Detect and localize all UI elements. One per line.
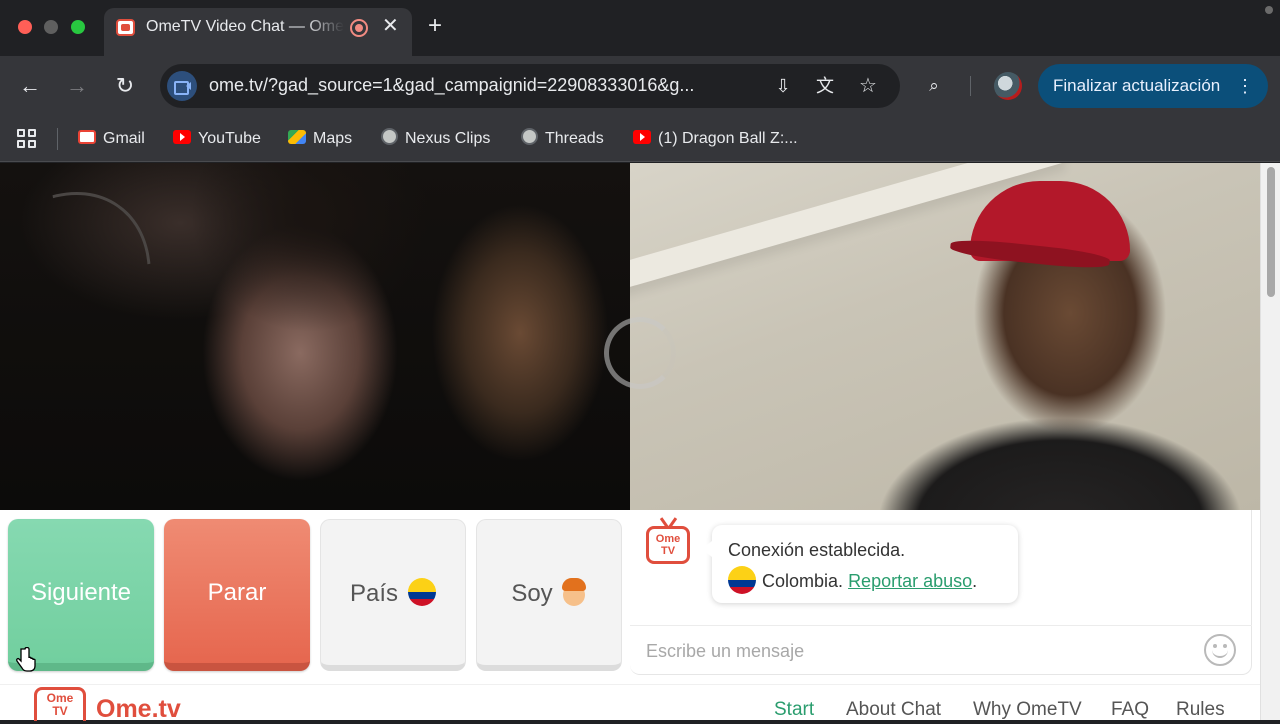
tab-title: OmeTV Video Chat — Omegle alternative <box>146 18 344 35</box>
reload-icon[interactable]: ↻ <box>111 72 139 100</box>
report-abuse-link[interactable]: Reportar abuso <box>848 571 972 591</box>
ometv-favicon-icon <box>116 19 135 36</box>
window-menu-dot <box>1265 6 1273 14</box>
colombia-flag-icon <box>408 577 437 606</box>
logo-text: TV <box>52 704 68 718</box>
camera-site-info-icon[interactable] <box>167 71 197 101</box>
colombia-flag-icon <box>728 566 756 595</box>
nav-rules[interactable]: Rules <box>1176 699 1225 721</box>
page-scrollbar[interactable] <box>1260 163 1280 720</box>
gender-button-label: Soy <box>511 580 553 607</box>
install-app-icon[interactable]: ⇩ <box>772 75 794 97</box>
ometv-page: Siguiente Parar País Soy Ome TV Conexión … <box>0 163 1280 723</box>
window-zoom-button[interactable] <box>71 20 85 34</box>
bookmark-star-icon[interactable]: ☆ <box>857 75 879 97</box>
update-button-label: Finalizar actualización <box>1053 76 1221 95</box>
hand-cursor-icon <box>16 647 36 672</box>
address-bar[interactable]: ome.tv/?gad_source=1&gad_campaignid=2290… <box>160 64 900 108</box>
connection-status-text: Conexión establecida. <box>728 540 906 560</box>
logo-text: Ome <box>46 691 74 705</box>
country-button[interactable]: País <box>320 519 466 671</box>
toolbar-divider <box>970 76 971 96</box>
scrollbar-thumb[interactable] <box>1267 167 1275 297</box>
bookmark-label: Gmail <box>103 130 145 147</box>
nav-faq[interactable]: FAQ <box>1111 699 1149 721</box>
country-button-label: País <box>349 580 399 607</box>
new-tab-button[interactable]: + <box>428 14 442 38</box>
bookmark-gmail[interactable]: Gmail <box>78 128 145 150</box>
nav-about-chat[interactable]: About Chat <box>846 699 941 721</box>
bookmark-label: YouTube <box>198 130 261 147</box>
site-footer-nav: Ome TV Ome.tv Start About Chat Why OmeTV … <box>0 684 1260 723</box>
back-arrow-icon[interactable]: ← <box>16 72 44 100</box>
update-browser-button[interactable]: Finalizar actualización ⋮ <box>1038 64 1268 108</box>
bookmark-label: (1) Dragon Ball Z:... <box>658 130 798 147</box>
bookmark-youtube[interactable]: YouTube <box>173 128 261 150</box>
bookmark-label: Maps <box>313 130 353 147</box>
youtube-icon <box>633 129 651 144</box>
chat-panel: Ome TV Conexión establecida. Colombia. Re… <box>630 510 1252 675</box>
window-minimize-button[interactable] <box>44 20 58 34</box>
gmail-icon <box>78 129 96 144</box>
bookmark-label: Threads <box>545 130 604 147</box>
bookmarks-divider <box>57 128 58 150</box>
tab-close-icon[interactable]: ✕ <box>382 16 399 36</box>
bookmark-maps[interactable]: Maps <box>288 128 352 150</box>
ometv-logo-icon[interactable]: Ome TV <box>34 687 86 721</box>
video-detail <box>0 163 193 453</box>
country-line: Colombia. Reportar abuso. <box>728 566 1002 597</box>
bookmark-nexus-clips[interactable]: Nexus Clips <box>381 128 490 150</box>
loading-spinner-icon <box>604 317 676 389</box>
stop-button[interactable]: Parar <box>164 519 310 671</box>
profile-avatar[interactable] <box>994 72 1022 100</box>
browser-toolbar: ← → ↻ ome.tv/?gad_source=1&gad_campaigni… <box>0 56 1280 116</box>
emoji-smiley-icon[interactable] <box>1204 634 1236 666</box>
google-lens-icon[interactable]: ⌕ <box>922 74 946 98</box>
maps-icon <box>288 129 306 144</box>
ometv-tv-icon: Ome TV <box>646 526 690 564</box>
message-input[interactable] <box>646 636 1186 666</box>
boy-face-icon <box>561 577 587 606</box>
url-text[interactable]: ome.tv/?gad_source=1&gad_campaignid=2290… <box>209 75 749 99</box>
translate-icon[interactable]: 文 <box>814 75 836 97</box>
globe-icon <box>381 128 398 146</box>
partner-video <box>0 163 630 510</box>
nav-start[interactable]: Start <box>774 699 814 721</box>
window-close-button[interactable] <box>18 20 32 34</box>
logo-text: Ome <box>655 533 681 545</box>
gender-button[interactable]: Soy <box>476 519 622 671</box>
youtube-icon <box>173 129 191 144</box>
tab-strip: OmeTV Video Chat — Omegle alternative ✕ … <box>0 0 1280 56</box>
stop-button-label: Parar <box>207 579 267 606</box>
kebab-menu-icon[interactable]: ⋮ <box>1236 64 1254 108</box>
bookmark-threads[interactable]: Threads <box>521 128 604 150</box>
report-suffix: . <box>972 571 978 591</box>
system-message-bubble: Conexión establecida. Colombia. Reportar… <box>702 525 1018 603</box>
bookmarks-bar: Gmail YouTube Maps Nexus Clips Threads (… <box>0 116 1280 162</box>
bookmark-dragon-ball[interactable]: (1) Dragon Ball Z:... <box>633 128 798 150</box>
apps-grid-icon[interactable] <box>17 129 37 149</box>
recording-indicator-icon <box>350 19 368 37</box>
self-video <box>630 163 1260 510</box>
bookmark-label: Nexus Clips <box>405 130 491 147</box>
nav-why-ometv[interactable]: Why OmeTV <box>973 699 1082 721</box>
globe-icon <box>521 128 538 146</box>
logo-text: TV <box>660 545 676 557</box>
country-name: Colombia. <box>762 571 844 591</box>
forward-arrow-icon[interactable]: → <box>63 72 91 100</box>
next-button-label: Siguiente <box>30 579 132 606</box>
chat-divider <box>630 625 1252 626</box>
browser-tab[interactable]: OmeTV Video Chat — Omegle alternative ✕ <box>104 8 412 56</box>
video-detail <box>190 163 430 333</box>
